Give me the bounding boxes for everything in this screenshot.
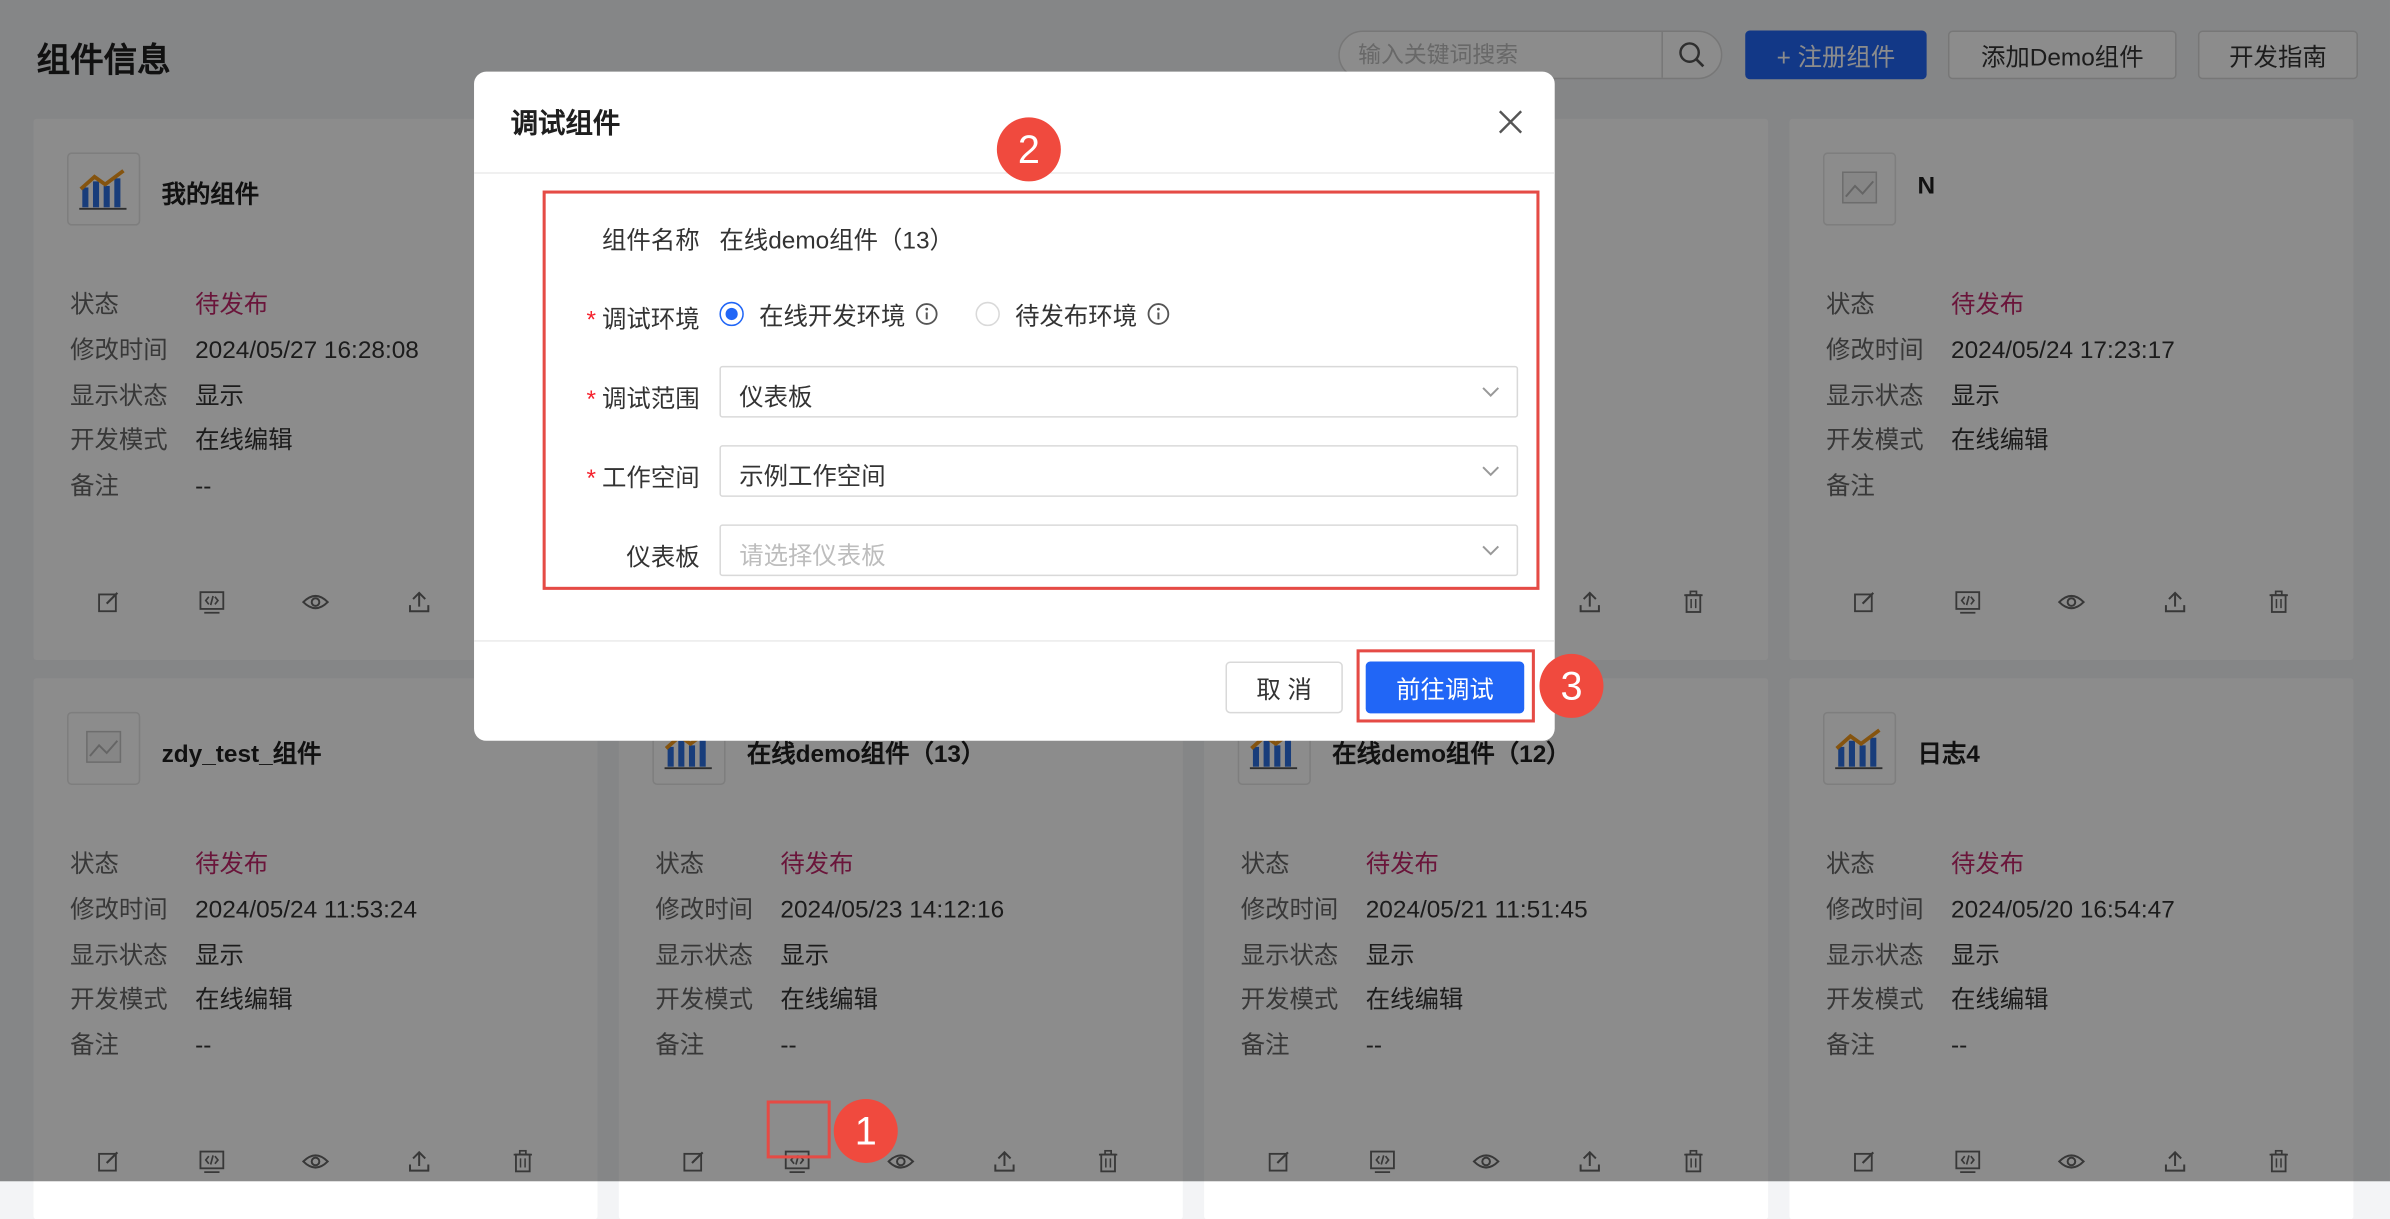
cancel-button[interactable]: 取 消	[1225, 661, 1343, 714]
close-icon[interactable]	[1491, 102, 1531, 142]
modal-footer-divider	[474, 640, 1555, 642]
page: 组件信息 + 注册组件 添加Demo组件 开发指南 我的组件状态待发布修改时间2…	[0, 0, 2390, 1219]
annotation-badge-2: 2	[996, 117, 1061, 182]
modal-title: 调试组件	[510, 108, 621, 139]
debug-icon-highlight-box	[766, 1100, 831, 1159]
annotation-badge-3: 3	[1539, 653, 1604, 718]
form-highlight-box	[542, 190, 1540, 590]
confirm-highlight-box	[1356, 649, 1535, 723]
annotation-badge-1: 1	[833, 1098, 898, 1163]
